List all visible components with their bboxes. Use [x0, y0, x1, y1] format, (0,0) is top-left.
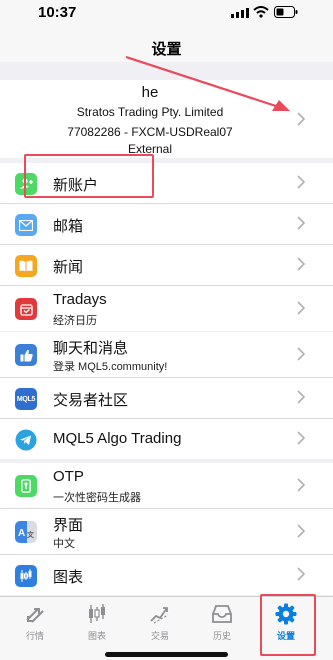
annotation-box-settings-tab	[260, 594, 316, 656]
annotation-arrow-overlay	[125, 55, 290, 111]
annotation-box-new-account	[24, 154, 154, 198]
